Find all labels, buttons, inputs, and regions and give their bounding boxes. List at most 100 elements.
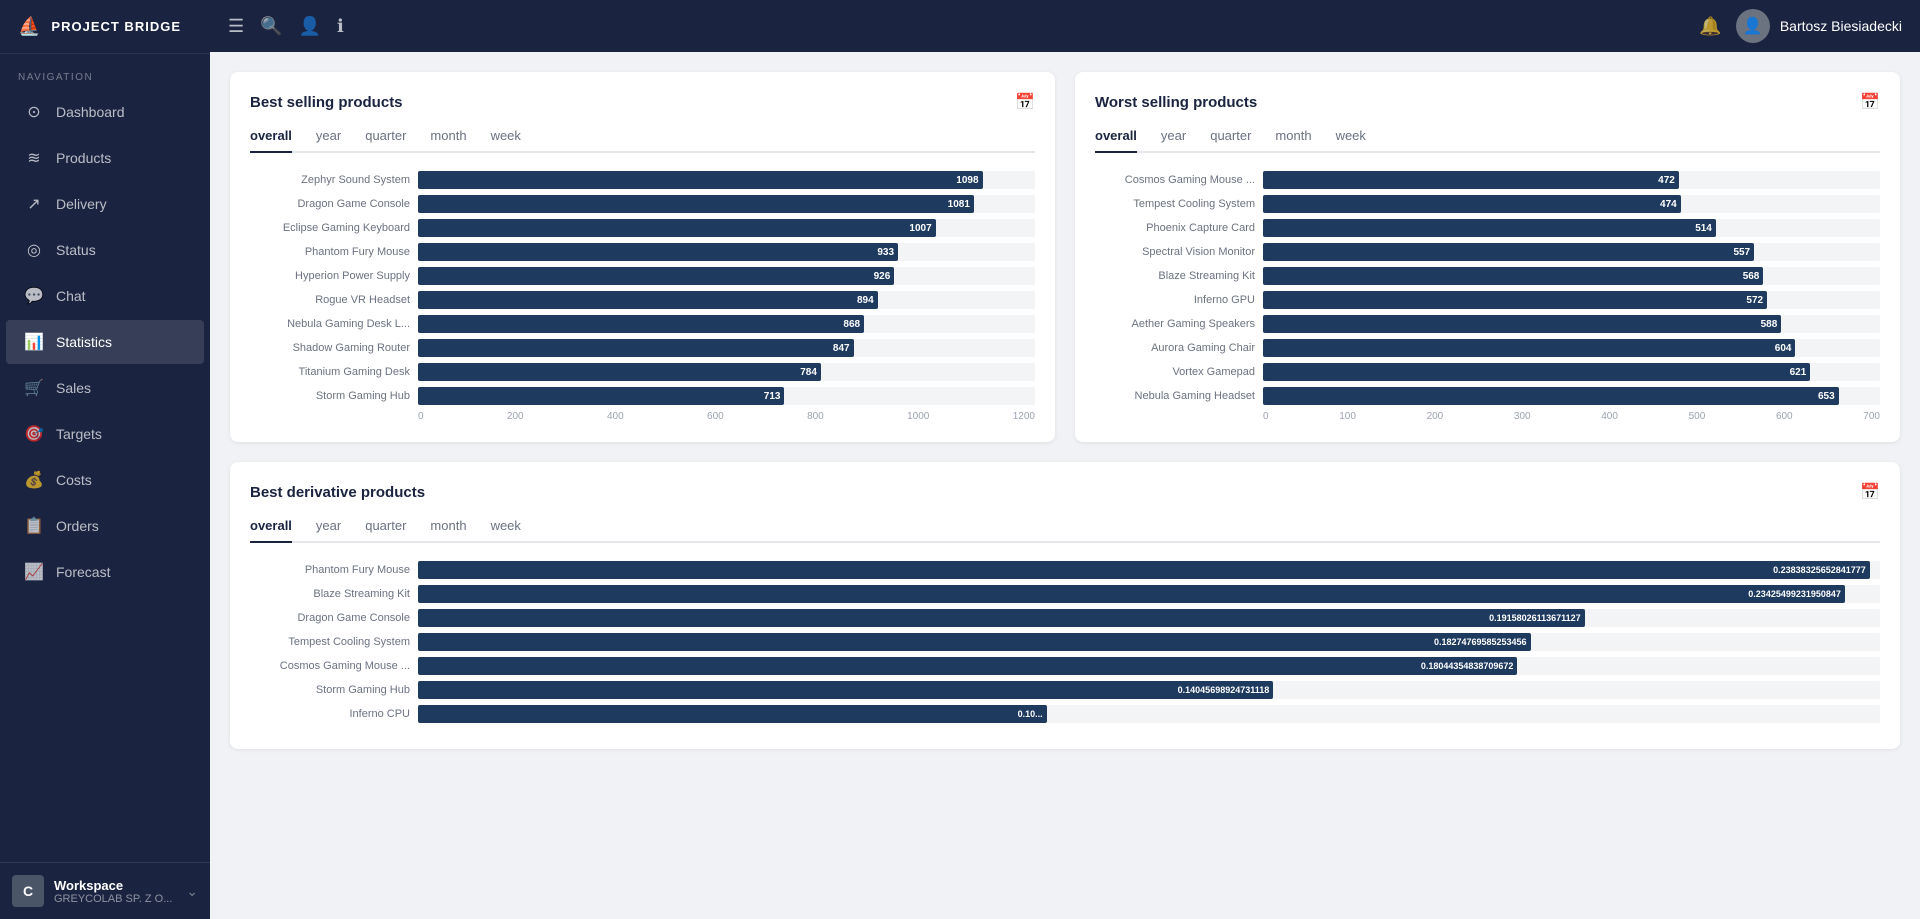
bar-row: Nebula Gaming Desk L... 868 bbox=[250, 315, 1035, 333]
bar-fill: 894 bbox=[418, 291, 878, 309]
tab-best-quarter[interactable]: quarter bbox=[365, 128, 406, 153]
tab-worst-month[interactable]: month bbox=[1275, 128, 1311, 153]
tab-best-month[interactable]: month bbox=[430, 128, 466, 153]
best-selling-calendar-icon[interactable]: 📅 bbox=[1015, 92, 1035, 112]
best-selling-axis: 020040060080010001200 bbox=[250, 411, 1035, 422]
bar-track: 568 bbox=[1263, 267, 1880, 285]
bar-value: 474 bbox=[1660, 199, 1677, 210]
bar-fill: 0.23425499231950847 bbox=[418, 585, 1845, 603]
bar-fill: 1098 bbox=[418, 171, 983, 189]
bar-value: 572 bbox=[1746, 295, 1763, 306]
sidebar-item-statistics[interactable]: 📊 Statistics bbox=[6, 320, 204, 364]
tab-worst-quarter[interactable]: quarter bbox=[1210, 128, 1251, 153]
bar-fill: 621 bbox=[1263, 363, 1810, 381]
tab-deriv-quarter[interactable]: quarter bbox=[365, 518, 406, 543]
user-avatar: 👤 bbox=[1736, 9, 1770, 43]
tab-deriv-month[interactable]: month bbox=[430, 518, 466, 543]
bar-value: 0.18274769585253456 bbox=[1434, 637, 1527, 647]
bar-track: 847 bbox=[418, 339, 1035, 357]
bar-label: Vortex Gamepad bbox=[1095, 366, 1255, 378]
search-icon[interactable]: 🔍 bbox=[260, 16, 282, 37]
best-selling-card: Best selling products 📅 overall year qua… bbox=[230, 72, 1055, 442]
bar-fill: 926 bbox=[418, 267, 894, 285]
chat-icon: 💬 bbox=[24, 286, 44, 306]
tab-worst-week[interactable]: week bbox=[1336, 128, 1366, 153]
bar-value: 0.10... bbox=[1018, 709, 1043, 719]
sidebar-item-status[interactable]: ◎ Status bbox=[6, 228, 204, 272]
bar-track: 0.19158026113671127 bbox=[418, 609, 1880, 627]
sidebar-label-targets: Targets bbox=[56, 426, 102, 442]
tab-deriv-overall[interactable]: overall bbox=[250, 518, 292, 543]
bar-label: Blaze Streaming Kit bbox=[250, 588, 410, 600]
bar-label: Cosmos Gaming Mouse ... bbox=[1095, 174, 1255, 186]
logo-icon: ⛵ bbox=[18, 16, 41, 37]
workspace-switcher[interactable]: C Workspace GREYCOLAB SP. Z O... ⌄ bbox=[0, 862, 210, 919]
bar-label: Titanium Gaming Desk bbox=[250, 366, 410, 378]
bar-label: Nebula Gaming Headset bbox=[1095, 390, 1255, 402]
bar-row: Phoenix Capture Card514 bbox=[1095, 219, 1880, 237]
bar-fill: 784 bbox=[418, 363, 821, 381]
menu-toggle-icon[interactable]: ☰ bbox=[228, 16, 244, 37]
sidebar-item-orders[interactable]: 📋 Orders bbox=[6, 504, 204, 548]
tab-deriv-week[interactable]: week bbox=[491, 518, 521, 543]
sidebar-item-delivery[interactable]: ↗ Delivery bbox=[6, 182, 204, 226]
workspace-info: Workspace GREYCOLAB SP. Z O... bbox=[54, 878, 176, 905]
sidebar-item-sales[interactable]: 🛒 Sales bbox=[6, 366, 204, 410]
bar-row: Vortex Gamepad 621 bbox=[1095, 363, 1880, 381]
bar-row: Inferno CPU0.10... bbox=[250, 705, 1880, 723]
sidebar-item-dashboard[interactable]: ⊙ Dashboard bbox=[6, 90, 204, 134]
bar-fill: 713 bbox=[418, 387, 784, 405]
bar-row: Eclipse Gaming Keyboard 1007 bbox=[250, 219, 1035, 237]
bar-value: 926 bbox=[874, 271, 891, 282]
tab-best-year[interactable]: year bbox=[316, 128, 341, 153]
bar-row: Shadow Gaming Router847 bbox=[250, 339, 1035, 357]
bar-value: 604 bbox=[1775, 343, 1792, 354]
bar-value: 568 bbox=[1743, 271, 1760, 282]
worst-selling-chart: ≡ Cosmos Gaming Mouse ...472Tempest Cool… bbox=[1095, 171, 1880, 422]
bell-icon[interactable]: 🔔 bbox=[1699, 16, 1721, 37]
bar-label: Tempest Cooling System bbox=[250, 636, 410, 648]
sidebar-item-products[interactable]: ≋ Products bbox=[6, 136, 204, 180]
bar-label: Eclipse Gaming Keyboard bbox=[250, 222, 410, 234]
bar-track: 868 bbox=[418, 315, 1035, 333]
bar-value: 1007 bbox=[909, 223, 931, 234]
worst-selling-axis: 0100200300400500600700 bbox=[1095, 411, 1880, 422]
worst-selling-calendar-icon[interactable]: 📅 bbox=[1860, 92, 1880, 112]
bar-row: Dragon Game Console0.19158026113671127 bbox=[250, 609, 1880, 627]
sidebar-item-costs[interactable]: 💰 Costs bbox=[6, 458, 204, 502]
bar-track: 572 bbox=[1263, 291, 1880, 309]
tab-best-week[interactable]: week bbox=[491, 128, 521, 153]
user-name: Bartosz Biesiadecki bbox=[1780, 18, 1902, 34]
sidebar-item-targets[interactable]: 🎯 Targets bbox=[6, 412, 204, 456]
bar-fill: 557 bbox=[1263, 243, 1754, 261]
sidebar-label-delivery: Delivery bbox=[56, 196, 107, 212]
bar-fill: 0.18044354838709672 bbox=[418, 657, 1517, 675]
bar-label: Nebula Gaming Desk L... bbox=[250, 318, 410, 330]
tab-best-overall[interactable]: overall bbox=[250, 128, 292, 153]
bar-label: Zephyr Sound System bbox=[250, 174, 410, 186]
delivery-icon: ↗ bbox=[24, 194, 44, 214]
bar-row: Nebula Gaming Headset653 bbox=[1095, 387, 1880, 405]
tab-worst-overall[interactable]: overall bbox=[1095, 128, 1137, 153]
user-icon[interactable]: 👤 bbox=[299, 16, 321, 37]
tab-deriv-year[interactable]: year bbox=[316, 518, 341, 543]
bar-fill: 472 bbox=[1263, 171, 1679, 189]
bar-row: Spectral Vision Monitor557 bbox=[1095, 243, 1880, 261]
bar-row: Inferno GPU572 bbox=[1095, 291, 1880, 309]
sidebar-item-forecast[interactable]: 📈 Forecast bbox=[6, 550, 204, 594]
sidebar-logo: ⛵ PROJECT BRIDGE bbox=[0, 0, 210, 54]
bar-track: 0.10... bbox=[418, 705, 1880, 723]
bar-row: Tempest Cooling System474 bbox=[1095, 195, 1880, 213]
workspace-avatar: C bbox=[12, 875, 44, 907]
best-derivative-calendar-icon[interactable]: 📅 bbox=[1860, 482, 1880, 502]
info-icon[interactable]: ℹ bbox=[337, 16, 344, 37]
bar-value: 0.14045698924731118 bbox=[1178, 685, 1270, 695]
bar-value: 1081 bbox=[948, 199, 970, 210]
tab-worst-year[interactable]: year bbox=[1161, 128, 1186, 153]
bar-row: Storm Gaming Hub0.14045698924731118 bbox=[250, 681, 1880, 699]
best-derivative-chart: ≡ Phantom Fury Mouse0.23838325652841777B… bbox=[250, 561, 1880, 723]
bar-track: 1081 bbox=[418, 195, 1035, 213]
bar-fill: 0.10... bbox=[418, 705, 1047, 723]
sidebar-item-chat[interactable]: 💬 Chat bbox=[6, 274, 204, 318]
best-derivative-card: Best derivative products 📅 overall year … bbox=[230, 462, 1900, 749]
